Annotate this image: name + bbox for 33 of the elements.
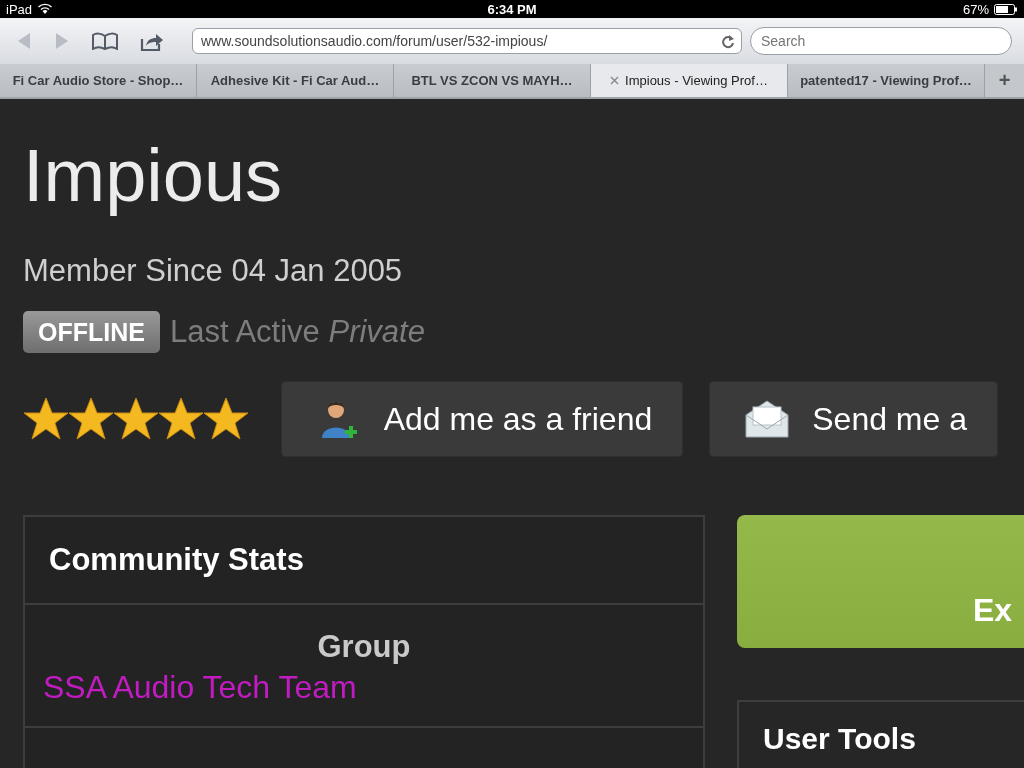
status-badge: OFFLINE	[23, 311, 160, 353]
member-since: Member Since 04 Jan 2005	[23, 253, 404, 289]
browser-tab[interactable]: BTL VS ZCON VS MAYH…	[394, 64, 591, 97]
panel-title: User Tools	[763, 722, 916, 755]
bookmarks-icon[interactable]	[92, 32, 118, 50]
search-field[interactable]: Search	[750, 27, 1012, 55]
star-icon	[113, 397, 159, 441]
browser-tab[interactable]: Impious - Viewing Prof…	[591, 64, 788, 97]
clock: 6:34 PM	[487, 1, 537, 17]
add-friend-button[interactable]: Add me as a friend	[280, 381, 684, 457]
reload-icon[interactable]	[721, 33, 735, 49]
envelope-icon	[744, 399, 791, 439]
last-active: Last Active Private	[169, 314, 425, 350]
star-icon	[158, 397, 204, 441]
browser-tab[interactable]: patented17 - Viewing Prof…	[788, 64, 985, 97]
new-tab-button[interactable]: +	[985, 64, 1024, 97]
star-icon	[68, 397, 114, 441]
browser-tab[interactable]: Adhesive Kit - Fi Car Aud…	[197, 64, 394, 97]
close-icon[interactable]	[610, 76, 620, 85]
group-label: Group	[316, 629, 412, 665]
star-icon	[23, 397, 69, 441]
send-message-button[interactable]: Send me a	[709, 381, 998, 457]
browser-tab[interactable]: Fi Car Audio Store - Shop…	[0, 64, 197, 97]
battery-icon	[994, 3, 1018, 15]
battery-percent: 67%	[962, 1, 989, 17]
banner-text: Ex	[973, 592, 1013, 629]
address-field[interactable]: www.soundsolutionsaudio.com/forum/user/532-impious/	[192, 28, 742, 54]
group-name: SSA Audio Tech Team	[43, 669, 358, 706]
share-icon[interactable]	[140, 31, 164, 51]
device-name: iPad	[6, 1, 33, 17]
star-icon	[203, 397, 249, 441]
panel-title: Community Stats	[49, 542, 304, 578]
wifi-icon	[37, 3, 54, 15]
